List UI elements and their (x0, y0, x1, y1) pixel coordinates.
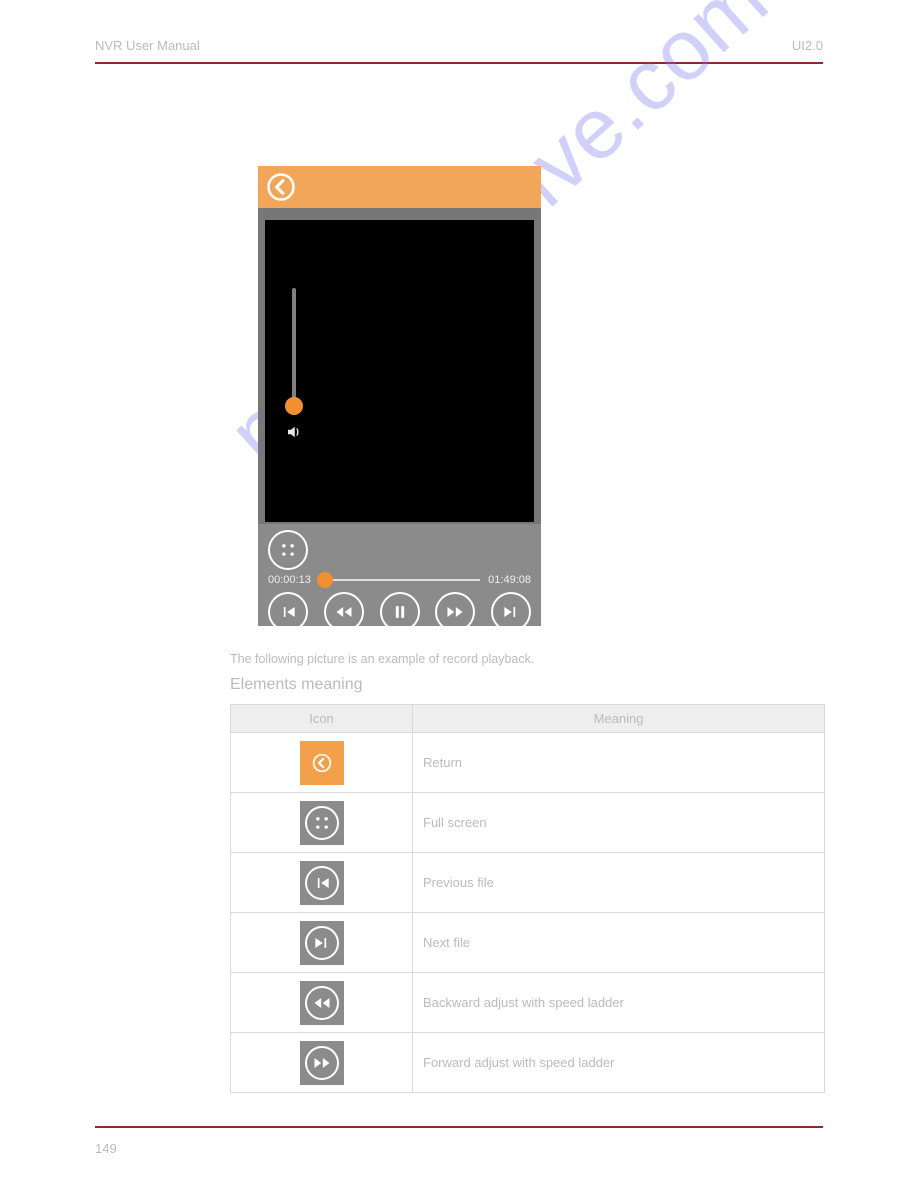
divider-top (95, 62, 823, 64)
prev-file-icon (300, 861, 344, 905)
prev-file-button[interactable] (268, 592, 308, 632)
meaning-cell: Backward adjust with speed ladder (413, 973, 825, 1033)
table-row: Return (231, 733, 825, 793)
elements-heading: Elements meaning (230, 676, 363, 694)
rewind-button[interactable] (324, 592, 364, 632)
divider-bottom (95, 1126, 823, 1128)
col-icon: Icon (231, 705, 413, 733)
meaning-cell: Full screen (413, 793, 825, 853)
col-meaning: Meaning (413, 705, 825, 733)
page-number: 149 (95, 1141, 117, 1156)
seek-thumb[interactable] (317, 572, 333, 588)
elements-table: Icon Meaning Return Full screen Previous… (230, 704, 825, 1093)
speaker-icon[interactable] (285, 423, 303, 446)
meaning-cell: Return (413, 733, 825, 793)
return-icon (300, 741, 344, 785)
time-total: 01:49:08 (488, 574, 531, 586)
meaning-cell: Forward adjust with speed ladder (413, 1033, 825, 1093)
time-current: 00:00:13 (268, 574, 311, 586)
pause-button[interactable] (380, 592, 420, 632)
forward-speed-icon (300, 1041, 344, 1085)
table-row: Backward adjust with speed ladder (231, 973, 825, 1033)
forward-button[interactable] (435, 592, 475, 632)
header-right: UI2.0 (792, 38, 823, 53)
seek-bar[interactable] (319, 579, 480, 581)
backward-speed-icon (300, 981, 344, 1025)
fullscreen-icon (300, 801, 344, 845)
back-icon[interactable] (266, 172, 296, 202)
player-controls: 00:00:13 01:49:08 (258, 524, 541, 626)
video-area (265, 220, 534, 522)
header-left: NVR User Manual (95, 38, 200, 53)
playback-player: 00:00:13 01:49:08 (258, 166, 541, 626)
playback-note: The following picture is an example of r… (230, 652, 534, 666)
table-row: Full screen (231, 793, 825, 853)
volume-thumb[interactable] (285, 397, 303, 415)
meaning-cell: Previous file (413, 853, 825, 913)
meaning-cell: Next file (413, 913, 825, 973)
volume-slider[interactable] (279, 282, 309, 452)
table-row: Previous file (231, 853, 825, 913)
fullscreen-button[interactable] (268, 530, 308, 570)
table-row: Next file (231, 913, 825, 973)
player-titlebar (258, 166, 541, 208)
next-file-button[interactable] (491, 592, 531, 632)
table-row: Forward adjust with speed ladder (231, 1033, 825, 1093)
next-file-icon (300, 921, 344, 965)
